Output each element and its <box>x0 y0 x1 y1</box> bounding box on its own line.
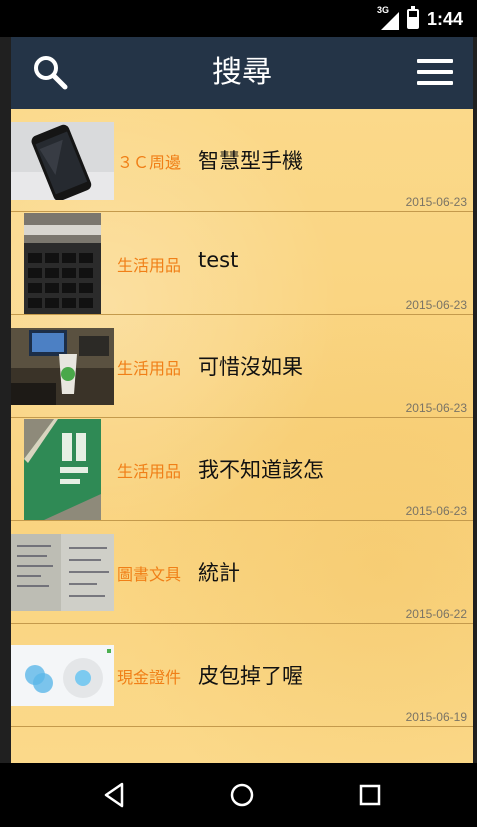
app-screenshot-photo <box>11 645 114 706</box>
green-book-photo <box>24 419 101 520</box>
item-date: 2015-06-22 <box>405 607 467 621</box>
item-title: test <box>198 248 239 272</box>
home-button[interactable] <box>226 779 258 811</box>
menu-button[interactable] <box>415 57 455 89</box>
item-title: 統計 <box>198 561 240 585</box>
list-item[interactable]: 現金證件 皮包掉了喔 2015-06-19 <box>11 624 473 727</box>
keyboard-photo <box>24 213 101 314</box>
item-date: 2015-06-23 <box>405 401 467 415</box>
back-icon <box>104 782 124 808</box>
status-time: 1:44 <box>426 8 463 29</box>
phone-screen: 3G 1:44 搜尋 ３Ｃ周邊 智慧型手機 2015-06-23 生活用品 te… <box>0 0 477 827</box>
list-item[interactable]: 圖書文具 統計 2015-06-22 <box>11 521 473 624</box>
item-list[interactable]: ３Ｃ周邊 智慧型手機 2015-06-23 生活用品 test 2015-06-… <box>11 109 473 763</box>
recents-button[interactable] <box>354 779 386 811</box>
list-item[interactable]: 生活用品 test 2015-06-23 <box>11 212 473 315</box>
back-button[interactable] <box>98 779 130 811</box>
smartphone-photo <box>11 122 114 200</box>
recents-icon <box>359 784 381 806</box>
item-title: 可惜沒如果 <box>198 355 303 379</box>
desk-cup-photo <box>11 328 114 405</box>
item-category: 生活用品 <box>117 359 182 378</box>
list-item[interactable]: 生活用品 我不知道該怎 2015-06-23 <box>11 418 473 521</box>
item-title: 皮包掉了喔 <box>198 664 303 688</box>
signal-icon: 3G <box>377 5 399 30</box>
item-date: 2015-06-19 <box>405 710 467 724</box>
status-icons: 3G 1:44 <box>377 5 463 31</box>
item-title: 智慧型手機 <box>198 149 303 173</box>
notebook-photo <box>11 534 114 611</box>
list-item[interactable]: ３Ｃ周邊 智慧型手機 2015-06-23 <box>11 109 473 212</box>
item-category: ３Ｃ周邊 <box>117 153 182 172</box>
app-bar: 搜尋 <box>11 37 473 109</box>
page-title: 搜尋 <box>212 55 272 90</box>
item-date: 2015-06-23 <box>405 504 467 518</box>
navigation-bar <box>0 763 477 827</box>
list-item[interactable]: 生活用品 可惜沒如果 2015-06-23 <box>11 315 473 418</box>
item-date: 2015-06-23 <box>405 195 467 209</box>
home-icon <box>230 783 254 807</box>
item-date: 2015-06-23 <box>405 298 467 312</box>
item-category: 圖書文具 <box>117 565 182 584</box>
item-category: 現金證件 <box>117 668 182 687</box>
item-category: 生活用品 <box>117 256 182 275</box>
list-item-partial[interactable] <box>11 727 473 757</box>
battery-icon <box>406 6 419 29</box>
status-bar: 3G 1:44 <box>0 0 477 37</box>
item-title: 我不知道該怎 <box>198 458 324 482</box>
item-category: 生活用品 <box>117 462 182 481</box>
